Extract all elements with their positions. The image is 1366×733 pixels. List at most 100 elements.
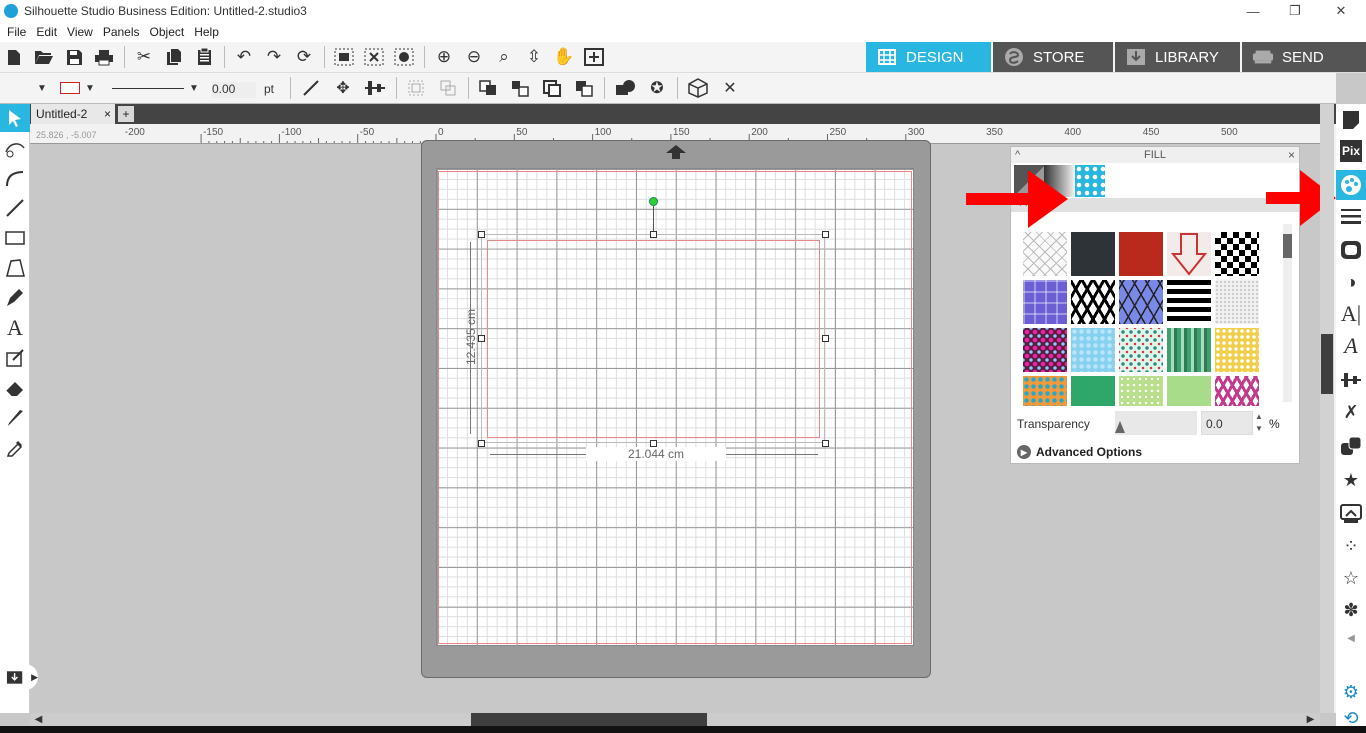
bring-forward-icon[interactable]: [508, 77, 532, 99]
star-shape-icon[interactable]: ✪: [645, 77, 669, 99]
pan-hand-icon[interactable]: ✋: [553, 46, 575, 68]
pattern-swatch-pink-harlequin[interactable]: [1215, 376, 1259, 406]
tab-store[interactable]: STORE: [993, 42, 1113, 72]
line-draw-icon[interactable]: [3, 196, 27, 220]
contrast-icon[interactable]: ◑: [1339, 270, 1363, 294]
undo-icon[interactable]: ↶: [233, 46, 255, 68]
print-icon[interactable]: [93, 46, 115, 68]
zoom-selection-icon[interactable]: ⌕: [493, 46, 515, 68]
pattern-swatch-green-stripes[interactable]: [1167, 328, 1211, 372]
eraser-tool-icon[interactable]: [3, 376, 27, 400]
resize-handle-top-right[interactable]: [822, 231, 829, 238]
menu-view[interactable]: View: [67, 25, 93, 39]
advanced-options-toggle[interactable]: ▶ Advanced Options: [1017, 445, 1142, 459]
pattern-scrollbar-thumb[interactable]: [1283, 234, 1292, 258]
collapse-arrow-icon[interactable]: ◀: [1339, 626, 1363, 650]
3d-box-icon[interactable]: [686, 77, 710, 99]
close-x-icon[interactable]: ✕: [718, 77, 742, 99]
align-panel-icon[interactable]: [1339, 368, 1363, 392]
star-outline-icon[interactable]: ☆: [1339, 566, 1363, 590]
tab-library[interactable]: LIBRARY: [1115, 42, 1240, 72]
curve-tool-icon[interactable]: [3, 166, 27, 190]
pattern-swatch-blue-diamond[interactable]: [1119, 280, 1163, 324]
select-pointer-icon[interactable]: [0, 104, 30, 132]
add-tab-button[interactable]: +: [118, 106, 134, 122]
pattern-swatch-black-checker[interactable]: [1215, 232, 1259, 276]
zoom-in-icon[interactable]: ⊕: [433, 46, 455, 68]
horizontal-scrollbar-thumb[interactable]: [471, 713, 707, 726]
pattern-fill-tab[interactable]: [1075, 165, 1105, 197]
cut-scissors-icon[interactable]: ✂: [133, 46, 155, 68]
minimize-button[interactable]: —: [1230, 0, 1276, 22]
group-icon[interactable]: [404, 77, 428, 99]
text-style-icon[interactable]: A|: [1339, 301, 1363, 326]
pattern-swatch-blue-polka[interactable]: [1071, 328, 1115, 372]
pattern-swatch-green-scallop[interactable]: [1071, 376, 1115, 406]
knife-tool-icon[interactable]: [3, 406, 27, 430]
vertical-scrollbar-thumb[interactable]: [1321, 334, 1333, 394]
pixscan-icon[interactable]: Pix: [1340, 140, 1362, 162]
puzzle-icon[interactable]: ✽: [1339, 598, 1363, 622]
pattern-scrollbar[interactable]: [1283, 224, 1292, 402]
pattern-swatch-blue-tile[interactable]: [1023, 280, 1067, 324]
transparency-slider[interactable]: [1115, 411, 1197, 435]
fill-palette-icon[interactable]: [1336, 170, 1366, 200]
new-document-icon[interactable]: [3, 46, 25, 68]
transparency-input[interactable]: 0.0: [1201, 411, 1253, 435]
settings-gear-icon[interactable]: ⚙: [1339, 680, 1363, 704]
resize-handle-bottom-right[interactable]: [822, 440, 829, 447]
resize-handle-right[interactable]: [822, 335, 829, 342]
pattern-swatch-black-argyle[interactable]: [1071, 280, 1115, 324]
polygon-tool-icon[interactable]: [3, 256, 27, 280]
line-style-dropdown[interactable]: ▼: [182, 77, 206, 99]
transform-icon[interactable]: ✗: [1339, 400, 1363, 424]
resize-handle-top-left[interactable]: [478, 231, 485, 238]
weld-icon[interactable]: [613, 77, 637, 99]
resize-handle-left[interactable]: [478, 335, 485, 342]
import-button[interactable]: ▶: [2, 664, 38, 690]
restore-button[interactable]: ❐: [1272, 0, 1318, 22]
sketch-dots-icon[interactable]: ⁘: [1339, 534, 1363, 558]
fit-to-window-icon[interactable]: [583, 46, 605, 68]
fill-color-dropdown[interactable]: ▼: [30, 77, 54, 99]
page-setup-icon[interactable]: [1339, 108, 1363, 132]
pencil-tool-icon[interactable]: [3, 286, 27, 310]
menu-file[interactable]: File: [7, 25, 26, 39]
collapse-panel-icon[interactable]: ^: [1015, 147, 1020, 163]
pattern-swatch-gray-dots[interactable]: [1215, 280, 1259, 324]
line-style-preview[interactable]: [112, 88, 184, 89]
select-all-icon[interactable]: [333, 46, 355, 68]
modify-star-icon[interactable]: ★: [1339, 468, 1363, 492]
vertical-scrollbar[interactable]: [1320, 104, 1334, 713]
pattern-swatch-red-texture[interactable]: [1119, 232, 1163, 276]
pattern-swatch-light-green[interactable]: [1167, 376, 1211, 406]
transparency-stepper-icon[interactable]: ▲ ▼: [1255, 411, 1263, 435]
line-color-swatch[interactable]: [60, 82, 80, 94]
rectangle-tool-icon[interactable]: [3, 226, 27, 250]
resize-handle-top[interactable]: [650, 231, 657, 238]
pattern-swatch-orange-polka[interactable]: [1023, 376, 1067, 406]
line-width-input[interactable]: 0.00: [212, 82, 256, 98]
tab-design[interactable]: DESIGN: [866, 42, 991, 72]
trace-icon[interactable]: [1339, 502, 1363, 526]
line-color-dropdown[interactable]: ▼: [80, 77, 100, 99]
pattern-swatch-white-lattice[interactable]: [1023, 232, 1067, 276]
line-tool-icon[interactable]: [299, 77, 323, 99]
line-style-icon[interactable]: [1339, 204, 1363, 228]
zoom-out-icon[interactable]: ⊖: [463, 46, 485, 68]
pattern-swatch-teal-argyle[interactable]: [1119, 328, 1163, 372]
document-tab[interactable]: Untitled-2 ×: [31, 104, 115, 124]
scroll-right-icon[interactable]: ▶: [1304, 713, 1317, 726]
redraw-refresh-icon[interactable]: ⟳: [293, 46, 315, 68]
menu-panels[interactable]: Panels: [103, 25, 140, 39]
draw-shape-icon[interactable]: [3, 346, 27, 370]
pattern-swatch-light-green-dots[interactable]: [1119, 376, 1163, 406]
pattern-swatch-red-arrow[interactable]: [1167, 232, 1211, 276]
eyedropper-tool-icon[interactable]: [3, 436, 27, 460]
align-icon[interactable]: [363, 77, 387, 99]
close-tab-icon[interactable]: ×: [104, 107, 111, 121]
paste-clipboard-icon[interactable]: [193, 46, 215, 68]
open-folder-icon[interactable]: [33, 46, 55, 68]
move-icon[interactable]: ✥: [331, 77, 355, 99]
redo-icon[interactable]: ↷: [263, 46, 285, 68]
